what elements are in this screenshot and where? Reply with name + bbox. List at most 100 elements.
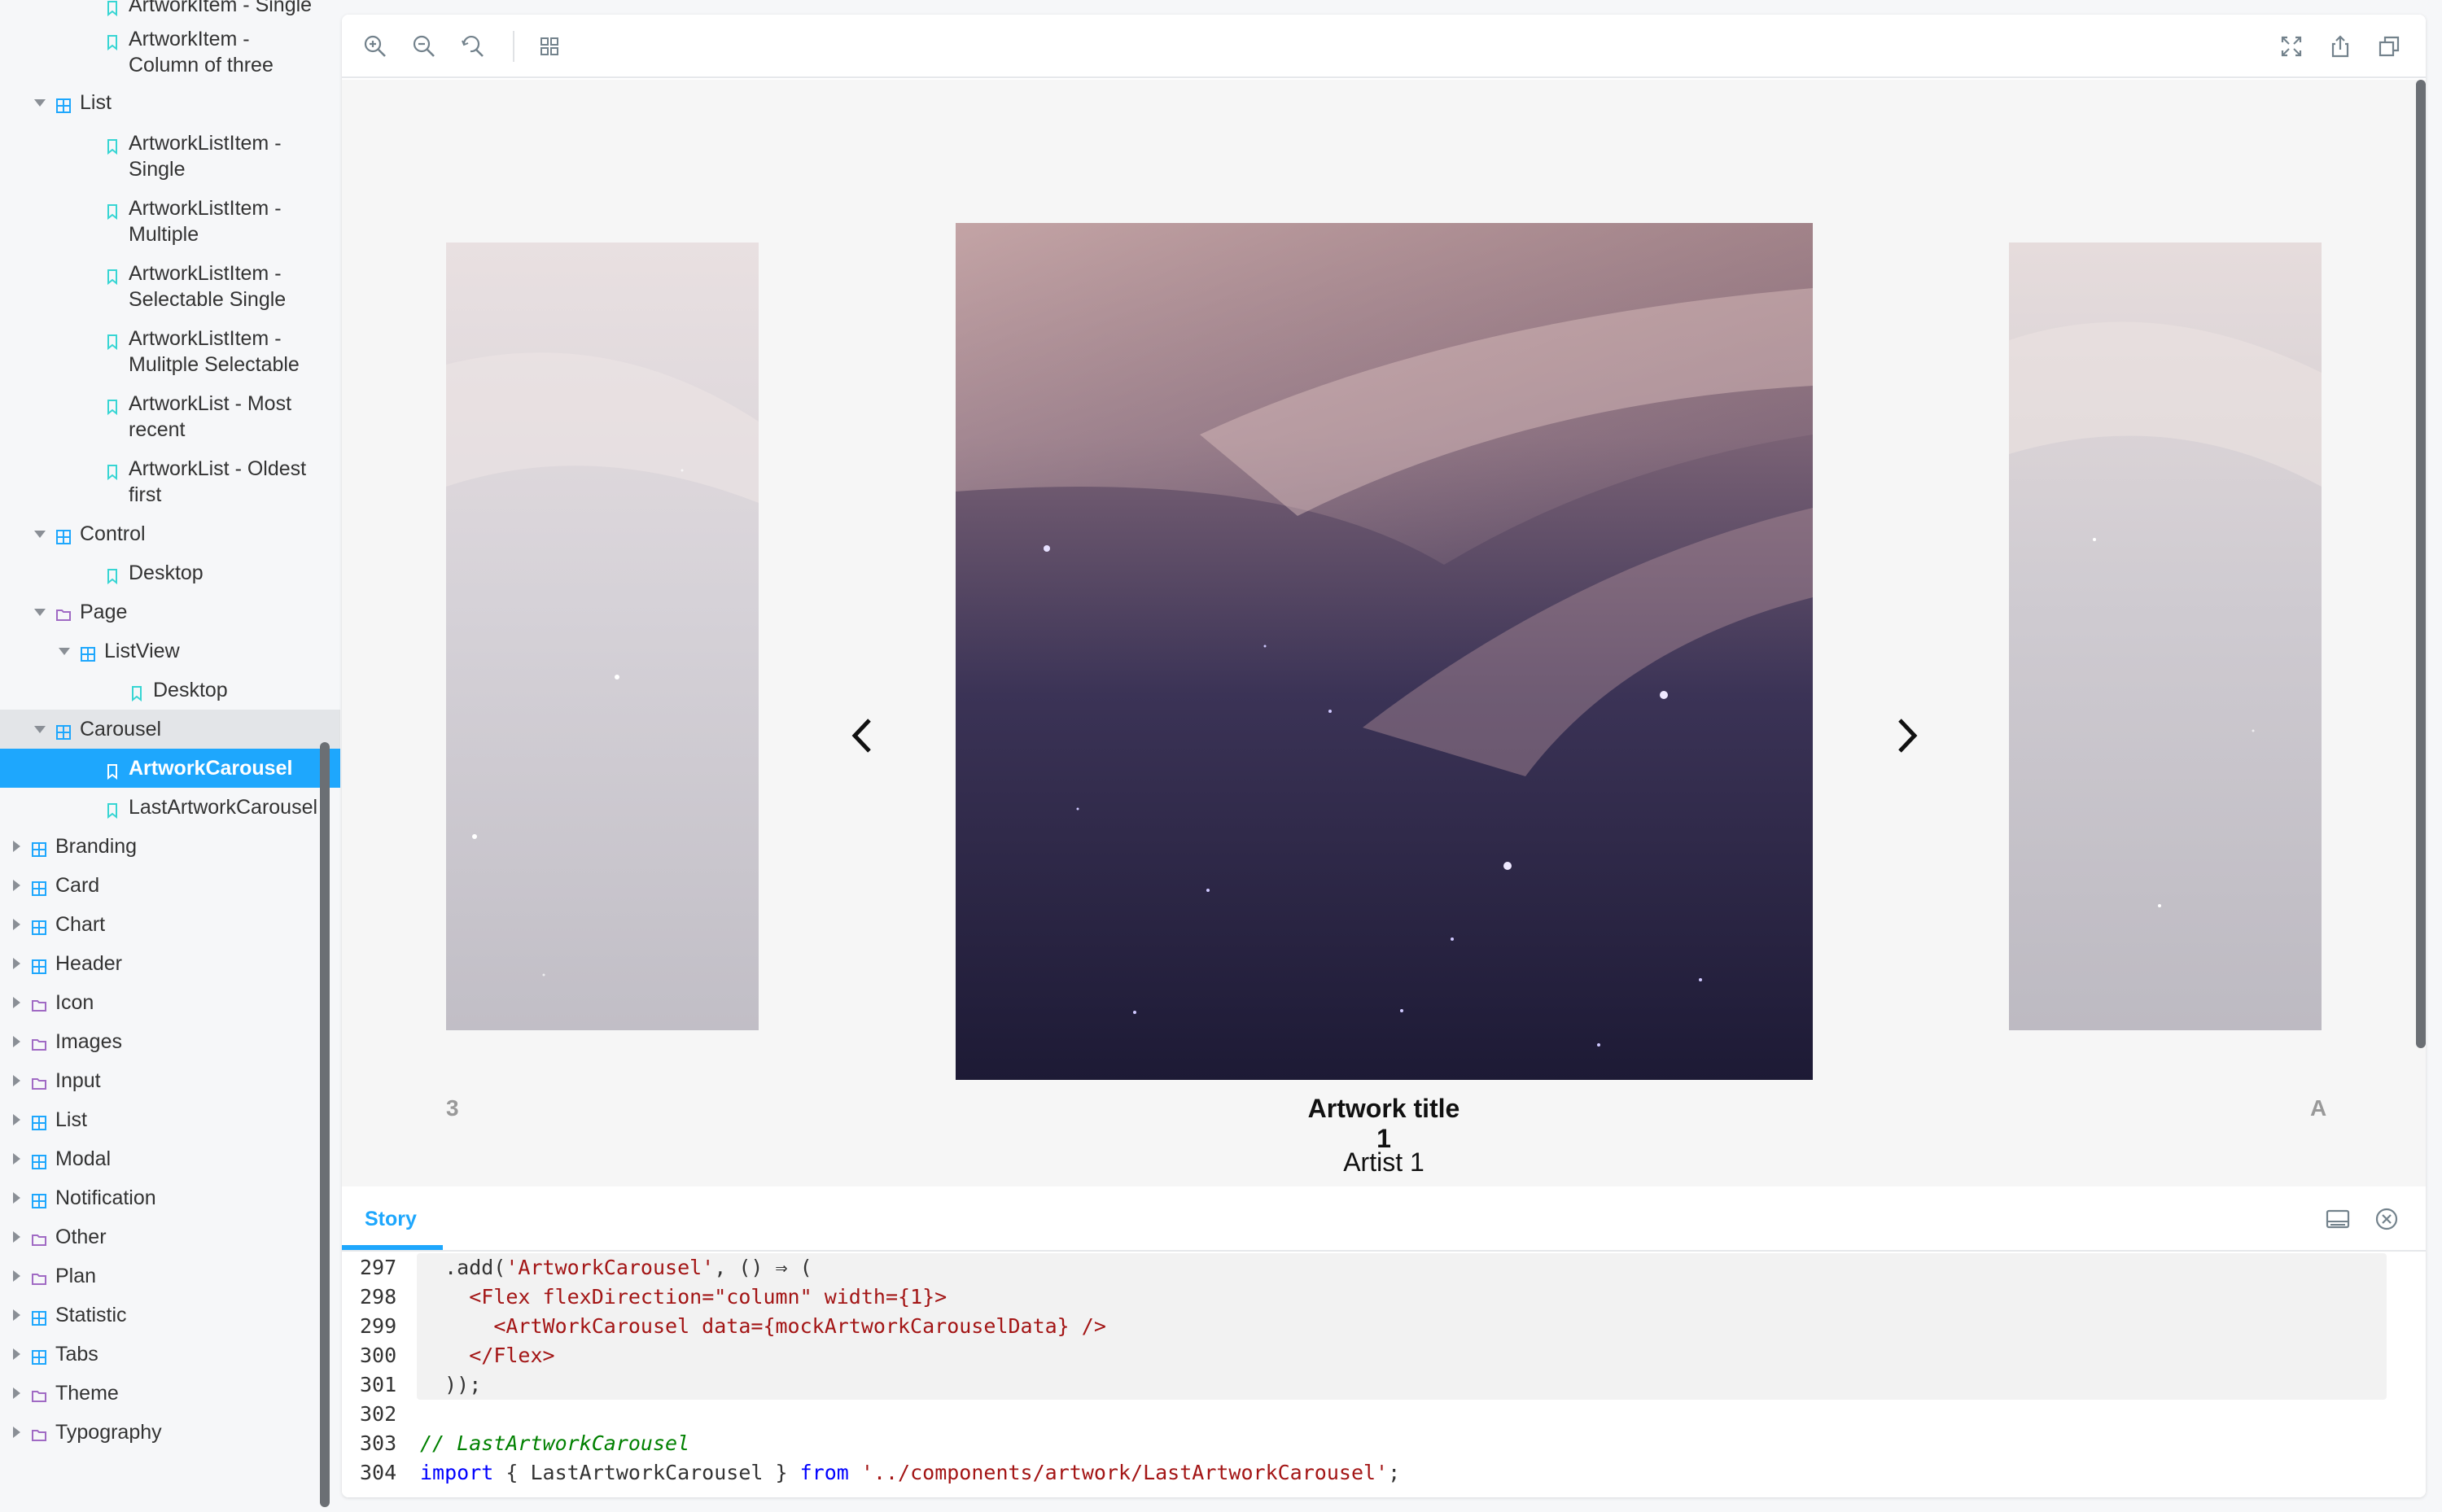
active-tab-indicator	[342, 1245, 443, 1250]
caret-right-icon	[13, 1387, 20, 1399]
caret-right-icon	[13, 958, 20, 969]
component-icon	[31, 1307, 47, 1326]
sidebar-item-carousel[interactable]: Carousel	[0, 710, 340, 749]
sidebar-item-chart[interactable]: Chart	[0, 905, 340, 944]
sidebar-item-artworklistitem-mulitple-selectable[interactable]: ArtworkListItem - Mulitple Selectable	[0, 319, 340, 384]
tab-story[interactable]: Story	[365, 1208, 417, 1231]
sidebar-item-typography[interactable]: Typography	[0, 1413, 340, 1452]
story-canvas: 3 A Artwork title 1 Artist 1	[342, 80, 2426, 1186]
sidebar-item-artworklistitem-multiple[interactable]: ArtworkListItem - Multiple	[0, 189, 340, 254]
toolbar-divider	[513, 31, 514, 62]
sidebar-item-notification[interactable]: Notification	[0, 1178, 340, 1217]
story-source-code: 297 .add('ArtworkCarousel', () ⇒ (298 <F…	[342, 1253, 2426, 1497]
carousel-prev-artwork[interactable]	[446, 243, 759, 1030]
prev-artwork-title-fragment: 3	[446, 1095, 459, 1121]
carousel-current-artwork[interactable]	[956, 223, 1813, 1080]
preview-panel: 3 A Artwork title 1 Artist 1 Story 297 .…	[342, 15, 2426, 1497]
folder-icon	[31, 1424, 47, 1441]
close-panel-icon[interactable]	[2374, 1206, 2401, 1234]
sidebar-item-branding[interactable]: Branding	[0, 827, 340, 866]
code-line: 303 // LastArtworkCarousel	[342, 1429, 2377, 1458]
folder-icon	[31, 1385, 47, 1402]
carousel-prev-button[interactable]	[842, 711, 882, 760]
sidebar-item-plan[interactable]: Plan	[0, 1256, 340, 1296]
caret-down-icon	[34, 99, 46, 107]
sidebar-item-icon[interactable]: Icon	[0, 983, 340, 1022]
sidebar-item-label: Desktop	[153, 679, 228, 701]
sidebar-scrollbar[interactable]	[320, 742, 330, 1507]
sidebar-item-tabs[interactable]: Tabs	[0, 1335, 340, 1374]
code-token: import	[420, 1461, 494, 1484]
sidebar-item-label: ListView	[104, 640, 180, 662]
bookmark-icon	[104, 330, 120, 351]
code-token: ));	[420, 1373, 482, 1396]
component-icon	[31, 1112, 47, 1130]
sidebar-item-list[interactable]: List	[0, 83, 340, 122]
bookmark-icon	[104, 799, 120, 819]
sidebar-item-header[interactable]: Header	[0, 944, 340, 983]
sidebar-item-page[interactable]: Page	[0, 592, 340, 631]
sidebar-item-label: ArtworkListItem - Multiple	[129, 197, 282, 246]
sidebar-item-label: List	[55, 1108, 87, 1131]
line-number: 304	[360, 1461, 397, 1484]
share-icon[interactable]	[2325, 31, 2356, 62]
sidebar-item-statistic[interactable]: Statistic	[0, 1296, 340, 1335]
sidebar-item-modal[interactable]: Modal	[0, 1139, 340, 1178]
sidebar-item-theme[interactable]: Theme	[0, 1374, 340, 1413]
zoom-in-icon[interactable]	[360, 31, 391, 62]
carousel-next-artwork[interactable]	[2009, 243, 2322, 1030]
sidebar-item-artworklist-most-recent[interactable]: ArtworkList - Most recent	[0, 384, 340, 449]
sidebar-item-label: LastArtworkCarousel	[129, 796, 318, 819]
code-line: 299 <ArtWorkCarousel data={mockArtworkCa…	[342, 1312, 2377, 1341]
component-icon	[31, 916, 47, 935]
zoom-out-icon[interactable]	[409, 31, 440, 62]
sidebar-item-lastartworkcarousel[interactable]: LastArtworkCarousel	[0, 788, 340, 827]
component-icon	[80, 643, 96, 662]
fullscreen-icon[interactable]	[2276, 31, 2307, 62]
sidebar-item-input[interactable]: Input	[0, 1061, 340, 1100]
sidebar-item-control[interactable]: Control	[0, 514, 340, 553]
line-number: 298	[360, 1285, 397, 1309]
sidebar-item-label: ArtworkItem - Single	[129, 0, 313, 16]
folder-icon	[31, 994, 47, 1012]
artwork-artist: Artist 1	[1343, 1147, 1424, 1177]
caret-right-icon	[13, 841, 20, 852]
toolbar	[342, 15, 2426, 78]
code-line: 300 </Flex>	[342, 1341, 2377, 1370]
sidebar-item-artworklistitem-single[interactable]: ArtworkListItem - Single	[0, 124, 340, 189]
sidebar-item-label: ArtworkList - Most recent	[129, 392, 292, 441]
canvas-scrollbar[interactable]	[2416, 80, 2426, 1048]
zoom-reset-icon[interactable]	[457, 31, 488, 62]
panel-layout-icon[interactable]	[2325, 1206, 2352, 1234]
component-icon	[31, 877, 47, 896]
sidebar-item-artworklist-oldest-first[interactable]: ArtworkList - Oldest first	[0, 449, 340, 514]
sidebar-item-artworkcarousel[interactable]: ArtworkCarousel	[0, 749, 340, 788]
line-number: 299	[360, 1314, 397, 1338]
sidebar-item-card[interactable]: Card	[0, 866, 340, 905]
component-icon	[31, 1151, 47, 1169]
copy-icon[interactable]	[2374, 31, 2405, 62]
sidebar-item-other[interactable]: Other	[0, 1217, 340, 1256]
sidebar-item-desktop[interactable]: Desktop	[0, 671, 340, 710]
sidebar-item-desktop[interactable]: Desktop	[0, 553, 340, 592]
sidebar-item-label: ArtworkListItem - Mulitple Selectable	[129, 327, 300, 376]
sidebar-item-label: Notification	[55, 1186, 156, 1209]
code-token: { LastArtworkCarousel }	[493, 1461, 800, 1484]
code-token: // LastArtworkCarousel	[420, 1431, 690, 1455]
sidebar-item-images[interactable]: Images	[0, 1022, 340, 1061]
folder-icon	[31, 1268, 47, 1285]
next-artwork-title-fragment: A	[2310, 1095, 2327, 1121]
caret-right-icon	[13, 997, 20, 1008]
component-icon	[55, 721, 72, 740]
sidebar-item-artworklistitem-selectable-single[interactable]: ArtworkListItem - Selectable Single	[0, 254, 340, 319]
folder-icon	[55, 604, 72, 621]
sidebar-item-artworkitem-column-of-three[interactable]: ArtworkItem - Column of three	[0, 20, 340, 85]
sidebar-item-list[interactable]: List	[0, 1100, 340, 1139]
carousel-next-button[interactable]	[1887, 711, 1928, 760]
sidebar-item-listview[interactable]: ListView	[0, 631, 340, 671]
grid-icon[interactable]	[534, 31, 565, 62]
caret-right-icon	[13, 880, 20, 891]
component-icon	[55, 526, 72, 544]
